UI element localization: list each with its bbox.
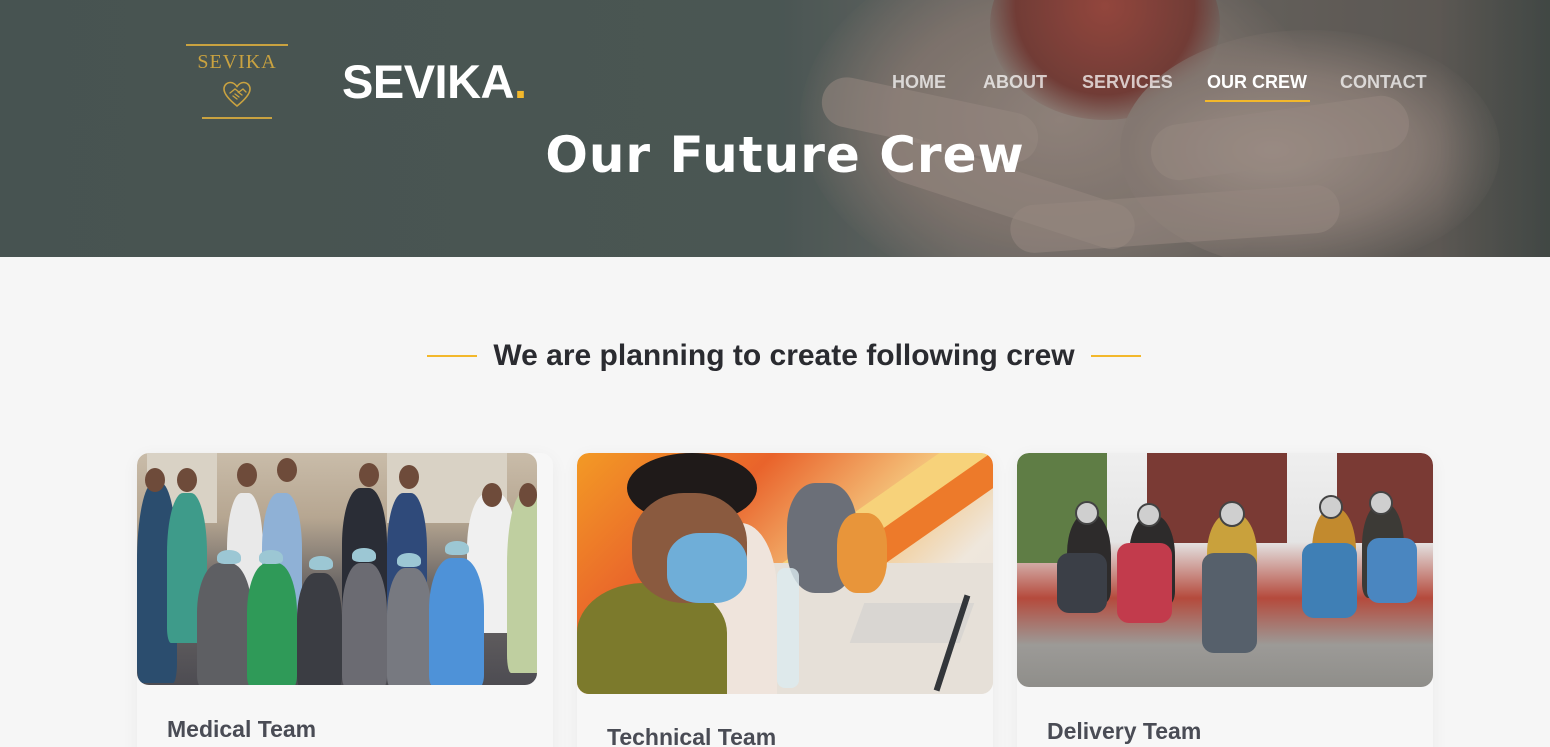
nav-contact[interactable]: CONTACT: [1340, 70, 1427, 94]
cap-shape: [259, 550, 283, 564]
helmet-shape: [1319, 495, 1343, 519]
helmet-shape: [1369, 491, 1393, 515]
person-shape: [507, 493, 537, 673]
helmet-shape: [1219, 501, 1245, 527]
crew-card-delivery[interactable]: Delivery Team: [1017, 453, 1433, 747]
person-shape: [387, 568, 432, 685]
nav-services[interactable]: SERVICES: [1082, 70, 1173, 94]
section-heading: We are planning to create following crew: [0, 336, 1550, 376]
head-shape: [145, 468, 165, 492]
helmet-shape: [1137, 503, 1161, 527]
head-shape: [482, 483, 502, 507]
hero-banner: SEVIKA SEVIKA. HOME ABOUT SERVICES OUR C…: [0, 0, 1550, 257]
card-title: Delivery Team: [1047, 718, 1202, 744]
delivery-team-photo: [1017, 453, 1433, 687]
section-heading-text: We are planning to create following crew: [493, 339, 1075, 372]
bottle-shape: [777, 568, 799, 688]
person-shape: [342, 563, 387, 685]
scooter-shape: [1057, 553, 1107, 613]
person-shape: [247, 563, 297, 685]
scooter-shape: [1302, 543, 1357, 618]
crew-card-technical[interactable]: Technical Team: [577, 453, 993, 747]
cap-shape: [217, 550, 241, 564]
cap-shape: [445, 541, 469, 555]
logo-divider: [202, 117, 272, 119]
technical-team-photo: [577, 453, 993, 694]
cap-shape: [309, 556, 333, 570]
head-shape: [177, 468, 197, 492]
head-shape: [399, 465, 419, 489]
page-title: Our Future Crew: [545, 126, 1025, 184]
person-shape: [297, 573, 342, 685]
cap-shape: [352, 548, 376, 562]
main-nav: HOME ABOUT SERVICES OUR CREW CONTACT: [0, 70, 1550, 110]
crew-card-medical[interactable]: Medical Team: [137, 453, 553, 747]
head-shape: [359, 463, 379, 487]
heading-divider-left: [427, 355, 478, 357]
person-shape: [197, 563, 252, 685]
scooter-shape: [1202, 553, 1257, 653]
nav-about[interactable]: ABOUT: [983, 70, 1047, 94]
nav-home[interactable]: HOME: [892, 70, 946, 94]
logo-divider: [186, 44, 288, 46]
mask-shape: [667, 533, 747, 603]
head-shape: [237, 463, 257, 487]
cap-shape: [397, 553, 421, 567]
person-shape: [837, 513, 887, 593]
heading-divider-right: [1090, 355, 1141, 357]
card-title: Technical Team: [607, 724, 777, 747]
card-title: Medical Team: [167, 716, 317, 742]
scooter-shape: [1367, 538, 1417, 603]
helmet-shape: [1075, 501, 1099, 525]
scooter-shape: [1117, 543, 1172, 623]
head-shape: [277, 458, 297, 482]
medical-team-photo: [137, 453, 537, 685]
nav-our-crew[interactable]: OUR CREW: [1205, 70, 1310, 102]
head-shape: [519, 483, 537, 507]
person-shape: [429, 558, 484, 685]
